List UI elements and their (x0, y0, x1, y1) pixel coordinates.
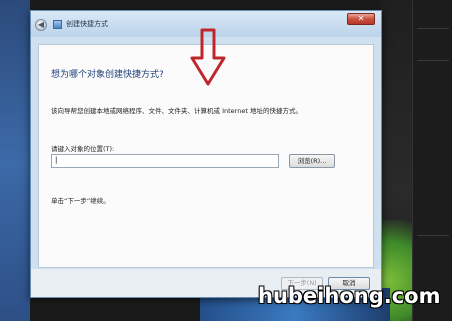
shortcut-wizard-icon (53, 20, 62, 29)
browse-button[interactable]: 浏览(R)... (289, 154, 335, 168)
back-arrow-icon[interactable]: ◀ (35, 19, 47, 31)
side-panel-divider (417, 28, 449, 29)
wizard-description: 该向导帮您创建本地或网络程序、文件、文件夹、计算机或 Internet 地址的快… (51, 107, 302, 115)
continue-hint: 单击“下一步”继续。 (51, 197, 110, 205)
side-panel-divider (417, 235, 449, 236)
wizard-heading: 想为哪个对象创建快捷方式? (51, 70, 164, 80)
side-panel (412, 0, 452, 321)
watermark-text: hubeihong.com (258, 284, 441, 308)
dialog-title: 创建快捷方式 (66, 20, 108, 28)
location-label: 请键入对象的位置(T): (51, 145, 115, 153)
annotation-down-arrow-icon (190, 28, 226, 86)
location-input[interactable]: | (51, 154, 279, 168)
close-button[interactable]: ✕ (347, 13, 375, 25)
side-panel-divider (417, 60, 449, 61)
desktop-left-area (0, 0, 30, 321)
